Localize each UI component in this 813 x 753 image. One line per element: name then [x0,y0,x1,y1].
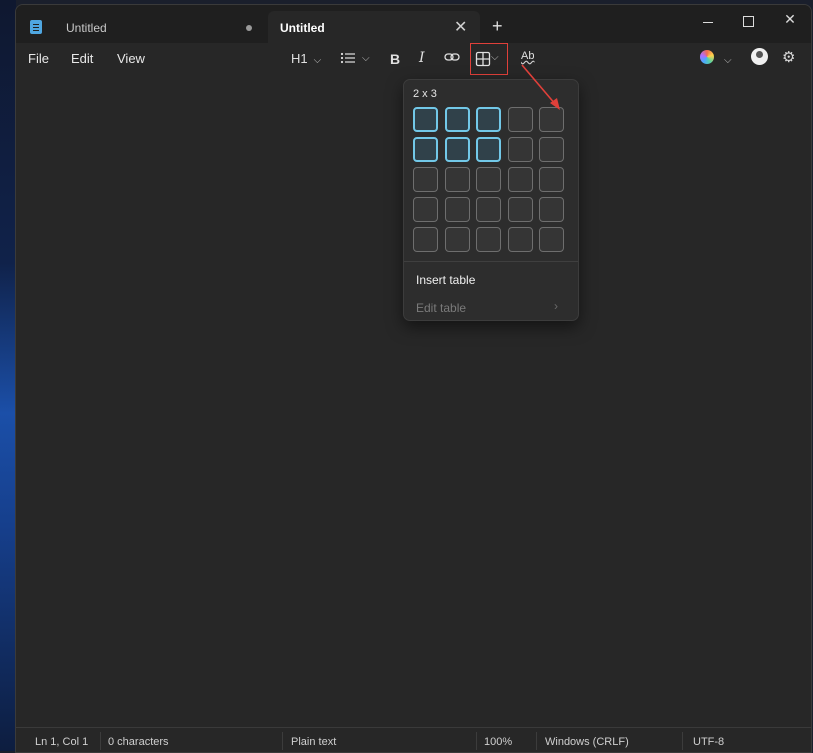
table-grid-cell[interactable] [476,197,501,222]
table-grid-cell[interactable] [539,227,564,252]
divider [404,261,578,262]
unsaved-dot-icon [246,25,252,31]
divider [282,732,283,750]
text-format[interactable]: Plain text [291,736,336,748]
table-grid-cell[interactable] [507,227,533,252]
close-window-button[interactable]: ✕ [778,11,802,31]
table-grid-cell[interactable] [476,167,501,192]
divider [536,732,537,750]
tab-label: Untitled [66,21,107,35]
notepad-icon [30,20,42,34]
table-grid-cell[interactable] [413,167,438,192]
italic-button[interactable]: I [419,50,425,74]
maximize-button[interactable] [736,11,760,31]
notepad-window: Untitled Untitled ✕ + ✕ File Edit View H… [15,4,812,753]
toolbar: File Edit View H1 ⌵ ⌵ B I ⌵ Ab ⌵ ⚙ [16,43,811,75]
table-grid-cell[interactable] [476,107,501,132]
table-grid-cell[interactable] [507,197,533,222]
table-grid-cell[interactable] [444,137,470,162]
table-grid-cell[interactable] [539,197,564,222]
line-ending[interactable]: Windows (CRLF) [545,736,629,748]
chevron-right-icon: › [554,299,558,313]
table-grid-cell[interactable] [476,227,501,252]
link-icon [444,53,460,61]
tab-label: Untitled [280,21,325,35]
minimize-button[interactable] [696,11,720,31]
character-count: 0 characters [108,736,169,748]
copilot-dropdown[interactable]: ⌵ [724,51,732,75]
close-tab-icon[interactable]: ✕ [454,17,467,37]
table-grid-cell[interactable] [413,227,438,252]
new-tab-button[interactable]: + [492,17,503,35]
table-grid-cell[interactable] [444,197,470,222]
insert-table-item[interactable]: Insert table [416,273,475,287]
table-grid-cell[interactable] [413,137,438,162]
title-bar: Untitled Untitled ✕ + ✕ [16,5,811,43]
heading-dropdown[interactable]: H1 ⌵ [291,51,321,75]
table-grid-cell[interactable] [539,167,564,192]
menu-view[interactable]: View [117,51,145,66]
annotation-arrow [521,64,560,110]
cursor-position: Ln 1, Col 1 [35,736,89,748]
tab-untitled-1[interactable]: Untitled [54,11,264,43]
table-grid-cell[interactable] [444,227,470,252]
link-button[interactable] [444,50,460,74]
edit-table-item: Edit table [416,301,467,315]
divider [682,732,683,750]
table-grid-cell[interactable] [507,137,533,162]
table-size-label: 2 x 3 [413,88,437,100]
table-grid-cell[interactable] [507,167,533,192]
table-grid-cell[interactable] [413,197,438,222]
chevron-down-icon: ⌵ [724,55,732,66]
chevron-down-icon: ⌵ [491,52,499,63]
bold-button[interactable]: B [390,51,400,75]
divider [476,732,477,750]
chevron-down-icon: ⌵ [313,55,322,66]
table-picker-popup: 2 x 3 Insert table Edit table › [403,79,579,321]
gear-icon[interactable]: ⚙ [782,48,795,72]
desktop-wallpaper [0,0,16,751]
encoding[interactable]: UTF-8 [693,736,724,748]
heading-label: H1 [291,51,308,66]
table-grid-cell[interactable] [444,167,470,192]
chevron-down-icon: ⌵ [362,53,370,64]
menu-file[interactable]: File [28,51,49,66]
table-grid-cell[interactable] [539,137,564,162]
table-icon [475,51,491,67]
divider [100,732,101,750]
zoom-level[interactable]: 100% [484,736,512,748]
menu-edit[interactable]: Edit [71,51,93,66]
list-icon [340,52,355,63]
table-grid-cell[interactable] [476,137,501,162]
tab-untitled-2[interactable]: Untitled ✕ [268,11,480,43]
copilot-icon[interactable] [700,50,714,64]
table-grid-cell[interactable] [413,107,438,132]
list-dropdown[interactable]: ⌵ [340,49,370,73]
avatar-icon[interactable] [751,48,768,65]
table-grid-cell[interactable] [444,107,470,132]
table-dropdown-button[interactable]: ⌵ [470,43,508,75]
status-bar: Ln 1, Col 1 0 characters Plain text 100%… [16,727,811,752]
